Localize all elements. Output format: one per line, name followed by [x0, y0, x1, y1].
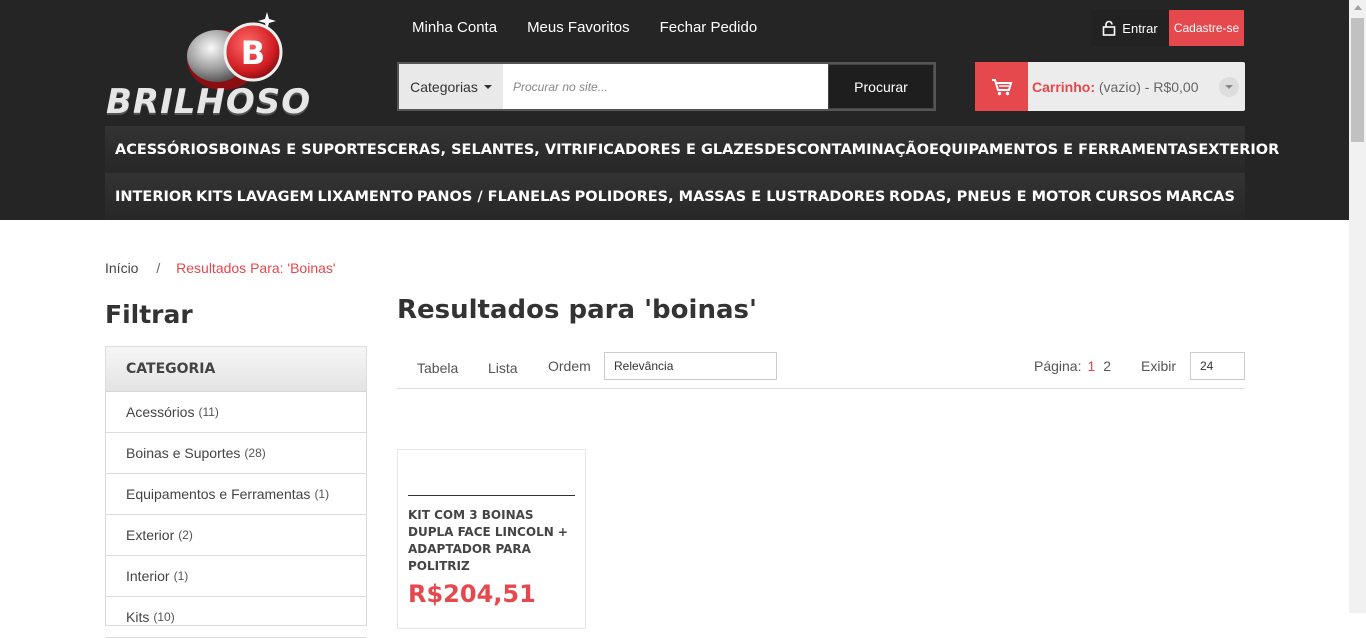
- filter-item[interactable]: Equipamentos e Ferramentas (1): [106, 474, 366, 515]
- nav-item-equipamentos[interactable]: EQUIPAMENTOS E FERRAMENTAS: [929, 142, 1198, 158]
- category-dropdown-label: Categorias: [410, 78, 478, 95]
- site-header: B BRILHOSO Minha Conta Meus Favoritos Fe…: [0, 0, 1349, 220]
- breadcrumb-separator: /: [156, 260, 161, 276]
- nav-item-cursos[interactable]: CURSOS: [1095, 189, 1162, 205]
- cart-summary: Carrinho: (vazio) - R$0,00: [1028, 79, 1219, 95]
- product-divider: [408, 495, 575, 496]
- nav-item-acessorios[interactable]: ACESSÓRIOS: [115, 142, 219, 158]
- nav-item-exterior[interactable]: EXTERIOR: [1198, 142, 1279, 158]
- filter-item-count: (10): [153, 610, 175, 624]
- nav-item-lavagem[interactable]: LAVAGEM: [237, 189, 314, 205]
- shopping-cart-icon[interactable]: [975, 62, 1028, 111]
- filter-item-count: (2): [178, 528, 193, 542]
- filter-item[interactable]: Exterior (2): [106, 515, 366, 556]
- brand-name[interactable]: BRILHOSO: [106, 82, 311, 122]
- scrollbar-thumb[interactable]: [1351, 18, 1364, 142]
- nav-item-panos-flanelas[interactable]: PANOS / FLANELAS: [417, 189, 571, 205]
- sort-label: Ordem: [548, 358, 591, 374]
- breadcrumb-home[interactable]: Início: [105, 260, 138, 276]
- page-label: Página:: [1034, 358, 1082, 374]
- category-dropdown[interactable]: Categorias: [399, 64, 503, 109]
- show-label: Exibir: [1141, 358, 1177, 374]
- filter-section-header[interactable]: CATEGORIA: [106, 347, 366, 392]
- chevron-down-icon: [1225, 84, 1233, 89]
- page-link-1[interactable]: 1: [1087, 358, 1095, 374]
- top-links: Minha Conta Meus Favoritos Fechar Pedido: [412, 19, 757, 36]
- page-link-2[interactable]: 2: [1103, 358, 1111, 374]
- filter-item-count: (1): [173, 569, 189, 583]
- nav-item-descontaminacao[interactable]: DESCONTAMINAÇÃO: [764, 142, 929, 158]
- nav-item-ceras-selantes[interactable]: CERAS, SELANTES, VITRIFICADORES E GLAZES: [387, 142, 764, 158]
- filter-item-label: Exterior: [126, 527, 175, 543]
- cart-status: (vazio) - R$0,00: [1098, 78, 1199, 95]
- filter-item-label: Equipamentos e Ferramentas: [126, 486, 311, 502]
- sort-select[interactable]: Relevância: [604, 352, 777, 380]
- filter-item[interactable]: Boinas e Suportes (28): [106, 433, 366, 474]
- category-filter: CATEGORIA Acessórios (11) Boinas e Suport…: [105, 346, 367, 638]
- filter-item-count: (11): [198, 405, 219, 419]
- nav-item-marcas[interactable]: MARCAS: [1166, 189, 1235, 205]
- signup-button[interactable]: Cadastre-se: [1169, 10, 1244, 46]
- brand-badge-letter: B: [241, 34, 265, 72]
- cart-dropdown-toggle[interactable]: [1219, 76, 1239, 97]
- product-card[interactable]: KIT COM 3 BOINAS DUPLA FACE LINCOLN + AD…: [397, 449, 586, 629]
- top-link-fechar-pedido[interactable]: Fechar Pedido: [660, 19, 758, 36]
- login-label: Entrar: [1122, 20, 1158, 36]
- nav-item-polidores[interactable]: POLIDORES, MASSAS E LUSTRADORES: [575, 189, 886, 205]
- cart-label: Carrinho:: [1032, 78, 1095, 95]
- filter-item-count: (28): [244, 446, 266, 460]
- nav-item-interior[interactable]: INTERIOR: [115, 189, 192, 205]
- breadcrumb-current: Resultados Para: 'Boinas': [176, 260, 336, 276]
- auth-buttons: Entrar Cadastre-se: [1091, 10, 1244, 46]
- results-title: Resultados para 'boinas': [397, 295, 757, 325]
- filter-item[interactable]: Interior (1): [106, 556, 366, 597]
- results-toolbar: Tabela Lista Ordem Relevância Página: 1 2 …: [397, 350, 1245, 389]
- main-nav-row-2: INTERIOR KITS LAVAGEM LIXAMENTO PANOS / …: [105, 173, 1245, 220]
- breadcrumb: Início / Resultados Para: 'Boinas': [105, 260, 336, 276]
- search-input[interactable]: [503, 64, 828, 109]
- filter-item-count: (1): [314, 487, 330, 501]
- pagination: Página: 1 2: [1034, 358, 1111, 374]
- page-scrollbar[interactable]: [1349, 0, 1366, 613]
- lock-icon: [1102, 20, 1116, 36]
- filter-item[interactable]: Acessórios (11): [106, 392, 366, 433]
- cart-widget[interactable]: Carrinho: (vazio) - R$0,00: [975, 62, 1245, 111]
- search-button[interactable]: Procurar: [828, 64, 934, 109]
- nav-item-rodas-pneus-motor[interactable]: RODAS, PNEUS E MOTOR: [889, 189, 1092, 205]
- per-page-select[interactable]: 24: [1190, 352, 1245, 380]
- filter-item-label: Kits: [126, 609, 150, 625]
- top-link-minha-conta[interactable]: Minha Conta: [412, 19, 497, 36]
- nav-item-lixamento[interactable]: LIXAMENTO: [317, 189, 413, 205]
- search-bar: Categorias Procurar: [397, 62, 936, 111]
- filter-title: Filtrar: [105, 300, 193, 329]
- filter-item-label: Acessórios: [126, 404, 195, 420]
- main-nav-row-1: ACESSÓRIOS BOINAS E SUPORTES CERAS, SELA…: [105, 126, 1279, 173]
- view-list-button[interactable]: Lista: [488, 360, 518, 376]
- scroll-up-arrow-icon[interactable]: [1354, 5, 1362, 10]
- nav-item-kits[interactable]: KITS: [196, 189, 233, 205]
- nav-item-boinas-e-suportes[interactable]: BOINAS E SUPORTES: [219, 142, 388, 158]
- product-price: R$204,51: [408, 580, 536, 608]
- top-link-meus-favoritos[interactable]: Meus Favoritos: [527, 19, 630, 36]
- login-button[interactable]: Entrar: [1091, 10, 1169, 46]
- filter-item-label: Interior: [126, 568, 170, 584]
- filter-item[interactable]: Kits (10): [106, 597, 366, 638]
- product-name[interactable]: KIT COM 3 BOINAS DUPLA FACE LINCOLN + AD…: [408, 507, 578, 575]
- filter-item-label: Boinas e Suportes: [126, 445, 241, 461]
- caret-down-icon: [483, 84, 492, 89]
- view-table-button[interactable]: Tabela: [417, 360, 458, 376]
